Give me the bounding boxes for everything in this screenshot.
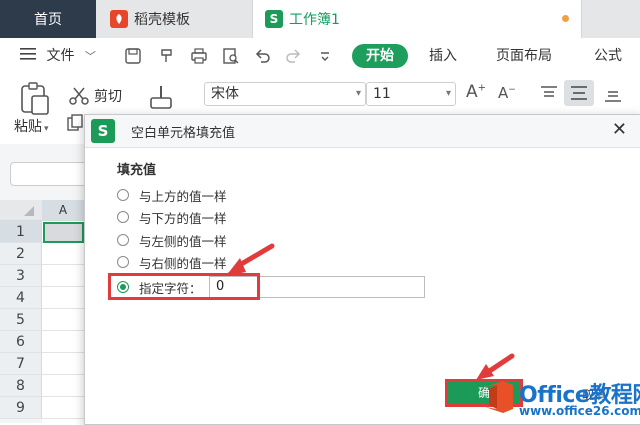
arrow-to-ok-button	[476, 353, 515, 380]
annotation-arrows	[224, 243, 515, 380]
arrow-to-char-option	[224, 243, 275, 276]
